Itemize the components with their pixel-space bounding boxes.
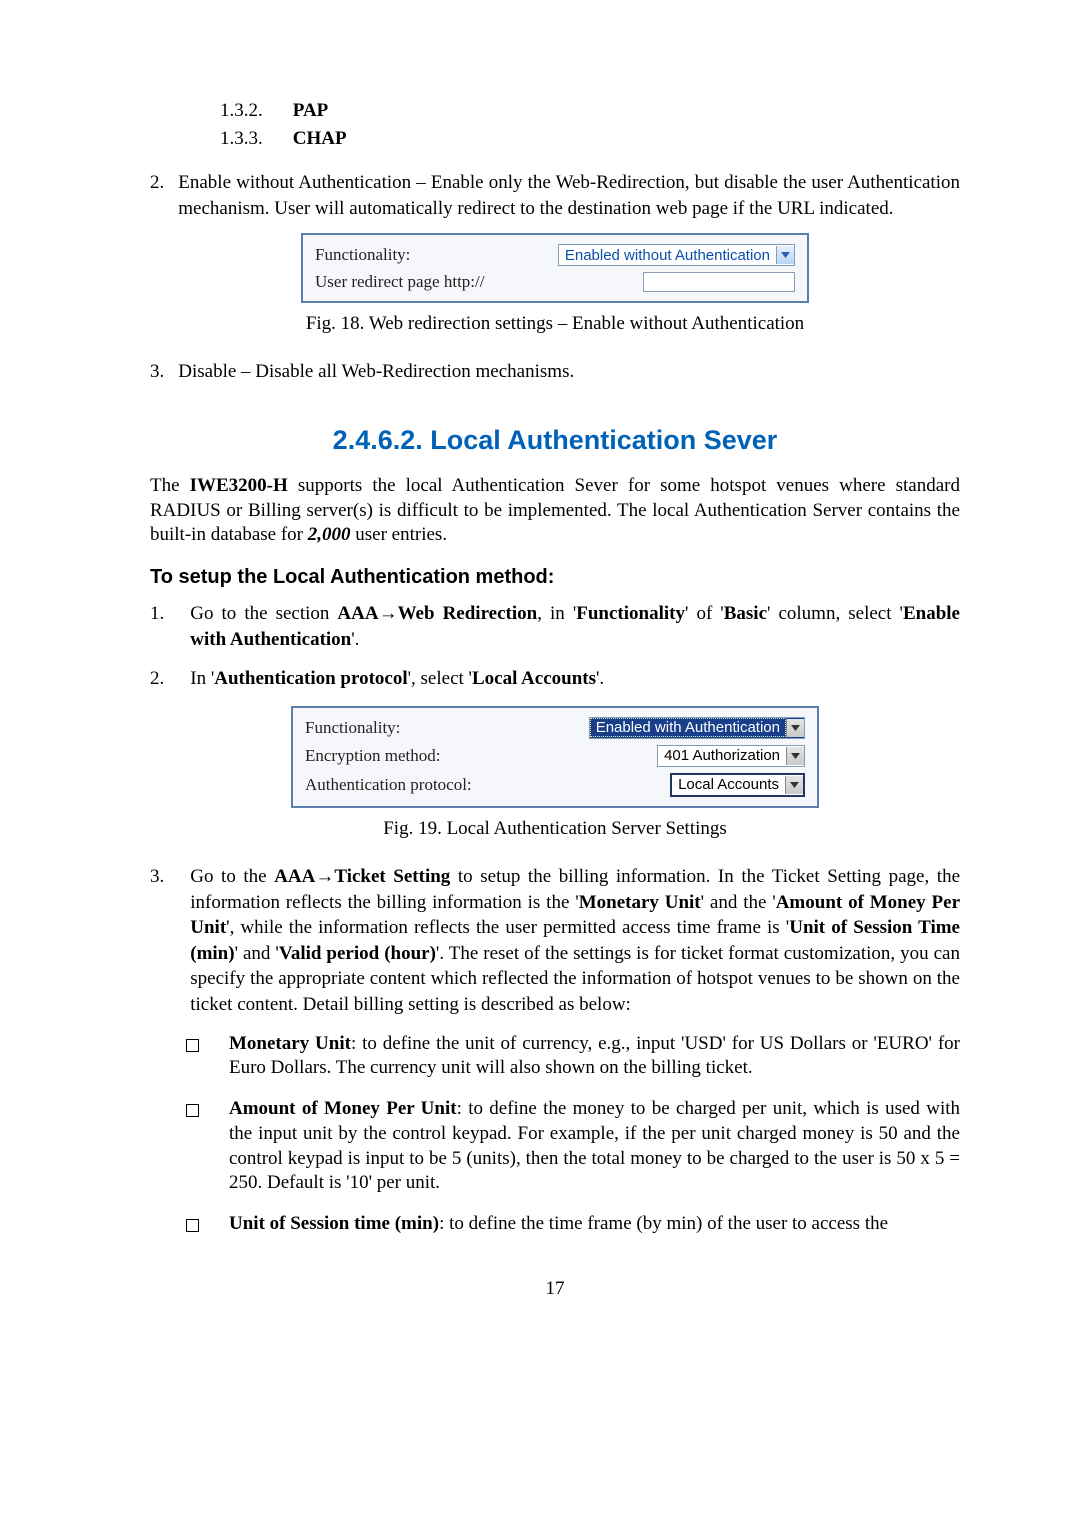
bullet-text: Amount of Money Per Unit: to define the … [229,1097,960,1196]
encryption-dropdown[interactable]: 401 Authorization [657,745,805,767]
text: AAA [337,603,378,624]
chevron-down-icon [786,747,804,765]
redirect-label: User redirect page http:// [315,272,484,292]
dropdown-value: 401 Authorization [658,746,786,765]
auth-protocol-label: Authentication protocol: [305,775,472,795]
user-count: 2,000 [308,524,351,545]
figure-18-caption: Fig. 18. Web redirection settings – Enab… [150,313,960,335]
functionality-dropdown[interactable]: Enabled with Authentication [589,717,805,739]
subitem-label: PAP [293,100,329,122]
step-text: Go to the section AAA→Web Redirection, i… [190,601,960,652]
list-number: 2. [150,170,164,221]
list-number: 3. [150,359,164,385]
bullet-icon [186,1212,199,1238]
step-number: 1. [150,601,164,652]
text: In ' [190,668,214,689]
bullet-icon [186,1032,199,1081]
functionality-dropdown[interactable]: Enabled without Authentication [558,244,795,266]
figure-19-caption: Fig. 19. Local Authentication Server Set… [150,818,960,840]
intro-paragraph: The IWE3200-H supports the local Authent… [150,474,960,548]
setup-subheading: To setup the Local Authentication method… [150,566,960,589]
text: Amount of Money Per Unit [229,1098,457,1119]
text: ' and ' [235,943,279,964]
subitem-number: 1.3.2. [220,100,263,122]
dropdown-value: Local Accounts [672,775,785,794]
text: Ticket Setting [334,866,450,887]
bullet-text: Monetary Unit: to define the unit of cur… [229,1032,960,1081]
model-name: IWE3200-H [190,475,288,496]
functionality-label: Functionality: [305,718,400,738]
bullet-icon [186,1097,199,1196]
text: , in ' [537,603,576,624]
text: Monetary Unit [579,892,701,913]
text: ' of ' [685,603,724,624]
text: ' and the ' [701,892,776,913]
text: AAA [274,866,315,887]
text: Go to the [190,866,274,887]
subitem-label: CHAP [293,128,347,150]
figure-18-panel: Functionality: Enabled without Authentic… [301,233,809,303]
dropdown-value: Enabled without Authentication [559,246,776,265]
encryption-label: Encryption method: [305,746,441,766]
text: Basic [724,603,767,624]
text: Valid period (hour) [279,943,436,964]
chevron-down-icon [785,776,803,794]
arrow-icon: → [315,866,334,887]
figure-19-panel: Functionality: Enabled with Authenticati… [291,706,819,808]
step-text: In 'Authentication protocol', select 'Lo… [190,666,960,692]
text: Monetary Unit [229,1033,351,1054]
text: Go to the section [190,603,337,624]
text: Web Redirection [398,603,538,624]
bullet-text: Unit of Session time (min): to define th… [229,1212,960,1238]
chevron-down-icon [776,246,794,264]
section-heading: 2.4.6.2. Local Authentication Sever [150,425,960,456]
page-number: 17 [150,1278,960,1300]
text: ' column, select ' [767,603,903,624]
functionality-label: Functionality: [315,245,410,265]
dropdown-value: Enabled with Authentication [590,718,786,737]
text: Functionality [576,603,685,624]
text: : to define the time frame (by min) of t… [439,1213,888,1234]
text: user entries. [351,524,448,545]
text: Authentication protocol [214,668,407,689]
subitem-number: 1.3.3. [220,128,263,150]
text: ', while the information reflects the us… [226,917,789,938]
auth-protocol-dropdown[interactable]: Local Accounts [670,773,805,797]
text: Local Accounts [472,668,596,689]
list-text: Enable without Authentication – Enable o… [178,170,960,221]
text: The [150,475,190,496]
text: '. [596,668,604,689]
text: ', select ' [408,668,472,689]
redirect-input[interactable] [643,272,795,292]
list-text: Disable – Disable all Web-Redirection me… [178,359,960,385]
step-number: 2. [150,666,164,692]
arrow-icon: → [379,603,398,624]
step-number: 3. [150,864,164,1018]
text: '. [351,629,359,650]
chevron-down-icon [786,719,804,737]
text: Unit of Session time (min) [229,1213,439,1234]
step-text: Go to the AAA→Ticket Setting to setup th… [190,864,960,1018]
